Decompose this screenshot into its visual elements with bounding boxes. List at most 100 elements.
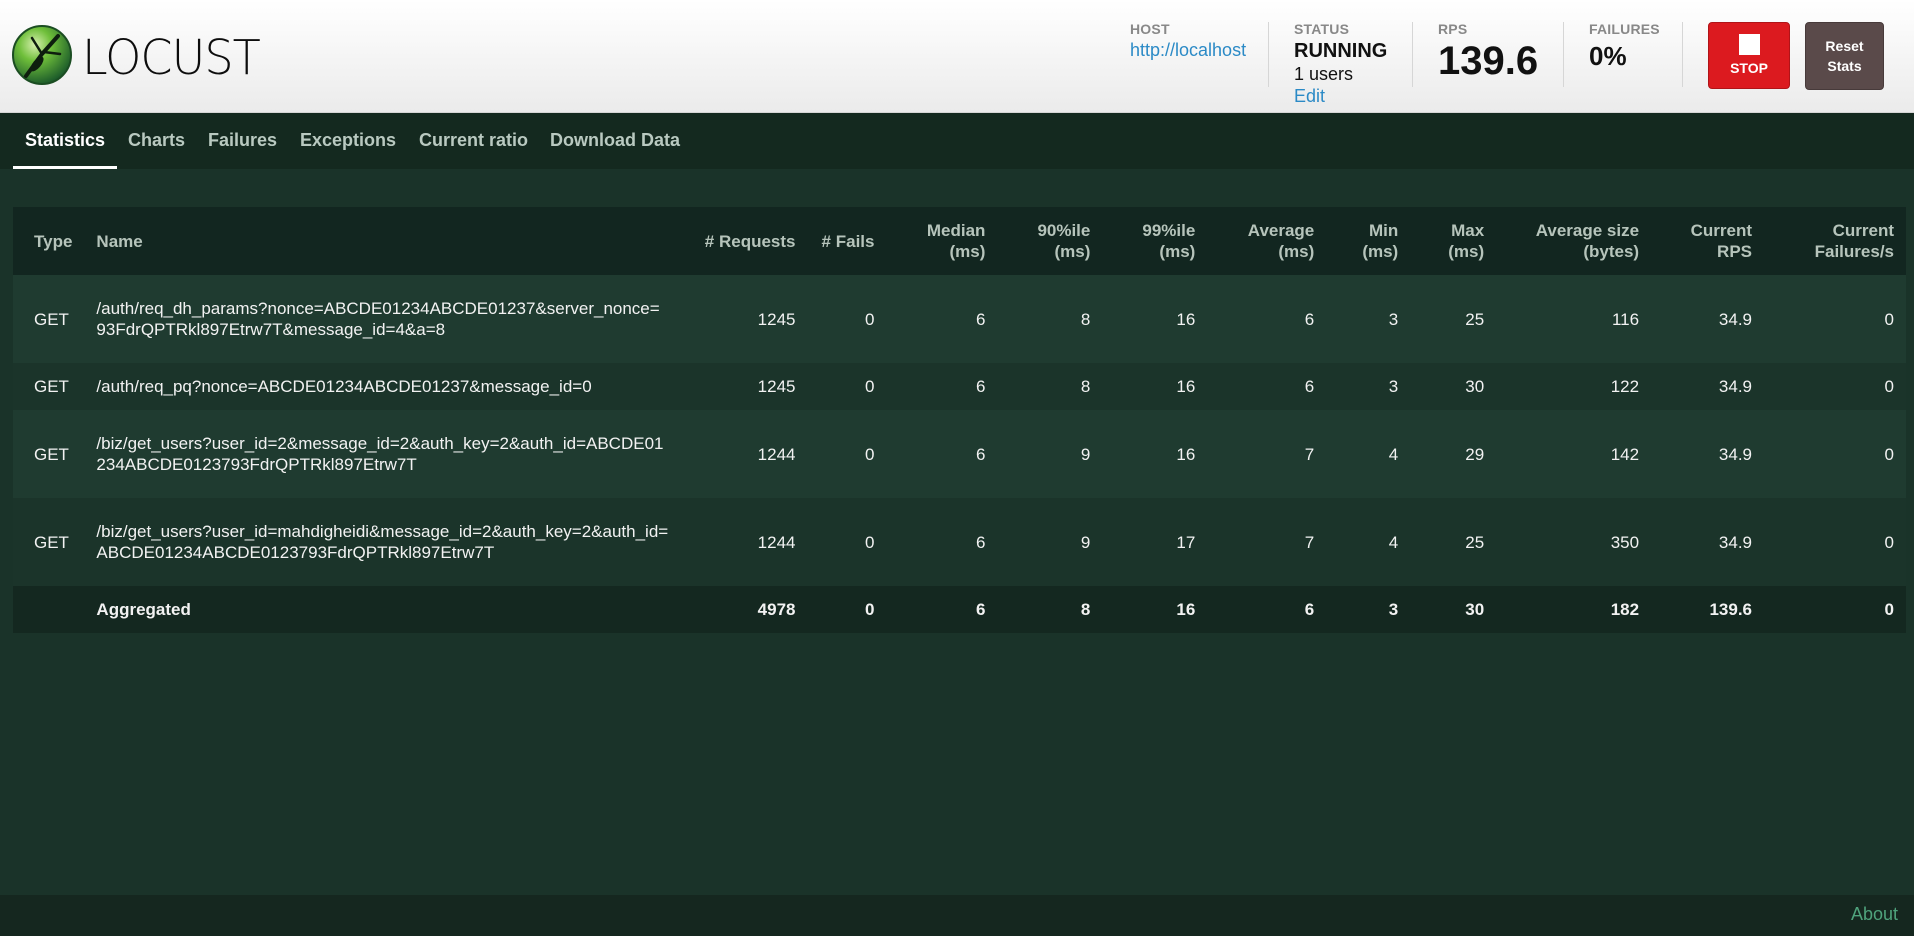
- tab-failures[interactable]: Failures: [208, 113, 277, 169]
- column-header-p90[interactable]: 90%ile (ms): [997, 207, 1102, 275]
- cell-current-failures: 0: [1884, 444, 1894, 464]
- cell-max: 25: [1465, 532, 1485, 552]
- column-header-current-rps[interactable]: Current RPS: [1651, 207, 1764, 275]
- column-header-p99[interactable]: 99%ile (ms): [1102, 207, 1207, 275]
- cell-type: GET: [34, 309, 69, 329]
- cell-fails: 0: [865, 309, 875, 329]
- cell-p99: 16: [1176, 600, 1196, 619]
- cell-current-rps: 139.6: [1709, 600, 1753, 619]
- cell-current-failures: 0: [1884, 377, 1894, 396]
- cell-median: 6: [975, 532, 986, 552]
- cell-fails: 0: [865, 600, 875, 619]
- cell-min: 4: [1388, 532, 1399, 552]
- reset-stats-button[interactable]: Reset Stats: [1805, 22, 1884, 90]
- reset-label-line2: Stats: [1827, 58, 1862, 74]
- cell-average: 6: [1304, 600, 1315, 619]
- footer: About: [0, 895, 1914, 936]
- cell-type: [13, 586, 84, 633]
- cell-median: 6: [975, 309, 986, 329]
- column-header-max[interactable]: Max (ms): [1410, 207, 1496, 275]
- cell-requests: 1244: [757, 444, 796, 464]
- table-row: GET /auth/req_pq?nonce=ABCDE01234ABCDE01…: [13, 363, 1906, 410]
- cell-current-rps: 34.9: [1718, 444, 1753, 464]
- column-header-current-failures[interactable]: Current Failures/s: [1764, 207, 1906, 275]
- cell-average-size: 142: [1610, 444, 1640, 464]
- aggregated-row: Aggregated 4978 0 6 8 16 6 3 30 182 139.…: [13, 586, 1906, 633]
- host-label: HOST: [1130, 21, 1170, 37]
- cell-min: 3: [1388, 309, 1399, 329]
- cell-requests: 1245: [757, 377, 796, 396]
- cell-current-failures: 0: [1884, 600, 1894, 619]
- about-link[interactable]: About: [1851, 904, 1898, 925]
- cell-type: GET: [34, 377, 69, 396]
- cell-current-rps: 34.9: [1718, 377, 1753, 396]
- cell-average: 6: [1304, 309, 1315, 329]
- failures-value: 0%: [1589, 41, 1627, 71]
- cell-average-size: 182: [1610, 600, 1640, 619]
- column-header-fails[interactable]: # Fails: [808, 207, 887, 275]
- cell-p99: 16: [1176, 377, 1196, 396]
- column-header-average[interactable]: Average (ms): [1207, 207, 1326, 275]
- cell-requests: 1245: [757, 309, 796, 329]
- cell-p90: 8: [1080, 600, 1091, 619]
- cell-p90: 9: [1080, 532, 1091, 552]
- locust-logo[interactable]: LOCUST: [12, 24, 262, 86]
- cell-average-size: 116: [1611, 309, 1640, 329]
- table-row: GET /biz/get_users?user_id=mahdigheidi&m…: [13, 498, 1906, 586]
- cell-name: /auth/req_dh_params?nonce=ABCDE01234ABCD…: [96, 299, 660, 339]
- stop-label: STOP: [1730, 60, 1768, 76]
- cell-average: 7: [1304, 532, 1315, 552]
- table-row: GET /auth/req_dh_params?nonce=ABCDE01234…: [13, 275, 1906, 363]
- cell-p99: 17: [1176, 532, 1196, 552]
- tab-bar: Statistics Charts Failures Exceptions Cu…: [0, 113, 1914, 169]
- cell-current-failures: 0: [1884, 532, 1894, 552]
- stop-icon: [1738, 34, 1760, 55]
- cell-max: 30: [1465, 377, 1485, 396]
- divider: [1268, 22, 1269, 87]
- header: LOCUST HOST http://localhost STATUS RUNN…: [0, 0, 1914, 113]
- cell-min: 3: [1388, 377, 1399, 396]
- cell-average-size: 350: [1610, 532, 1640, 552]
- cell-max: 29: [1465, 444, 1485, 464]
- cell-current-rps: 34.9: [1718, 309, 1753, 329]
- reset-label-line1: Reset: [1825, 38, 1864, 54]
- cell-name: Aggregated: [96, 600, 191, 619]
- failures-stat: FAILURES 0%: [1589, 21, 1660, 72]
- cell-max: 25: [1465, 309, 1485, 329]
- table-header-row: Type Name # Requests # Fails Median (ms)…: [13, 207, 1906, 275]
- tab-current-ratio[interactable]: Current ratio: [419, 113, 528, 169]
- table-row: GET /biz/get_users?user_id=2&message_id=…: [13, 410, 1906, 498]
- cell-current-rps: 34.9: [1718, 532, 1753, 552]
- logo-text: LOCUST: [82, 30, 261, 86]
- cell-median: 6: [975, 444, 986, 464]
- edit-link[interactable]: Edit: [1294, 86, 1387, 107]
- rps-stat: RPS 139.6: [1438, 21, 1538, 83]
- cell-average: 7: [1304, 444, 1315, 464]
- cell-fails: 0: [865, 377, 875, 396]
- cell-requests: 1244: [757, 532, 796, 552]
- tab-statistics[interactable]: Statistics: [13, 113, 118, 169]
- tab-download-data[interactable]: Download Data: [550, 113, 680, 169]
- column-header-name[interactable]: Name: [84, 207, 688, 275]
- column-header-requests[interactable]: # Requests: [689, 207, 808, 275]
- cell-p99: 16: [1176, 309, 1196, 329]
- statistics-table: Type Name # Requests # Fails Median (ms)…: [13, 207, 1906, 633]
- stop-button[interactable]: STOP: [1708, 22, 1790, 89]
- column-header-type[interactable]: Type: [13, 207, 84, 275]
- divider: [1682, 22, 1683, 87]
- cell-max: 30: [1465, 600, 1485, 619]
- cell-p90: 9: [1080, 444, 1091, 464]
- column-header-min[interactable]: Min (ms): [1326, 207, 1410, 275]
- cell-type: GET: [34, 444, 69, 464]
- cell-min: 3: [1388, 600, 1399, 619]
- tab-exceptions[interactable]: Exceptions: [300, 113, 396, 169]
- cell-p90: 8: [1080, 377, 1091, 396]
- column-header-median[interactable]: Median (ms): [886, 207, 997, 275]
- cell-current-failures: 0: [1884, 309, 1894, 329]
- cell-fails: 0: [865, 532, 875, 552]
- tab-charts[interactable]: Charts: [128, 113, 185, 169]
- column-header-average-size[interactable]: Average size (bytes): [1496, 207, 1651, 275]
- status-label: STATUS: [1294, 21, 1350, 37]
- cell-name: /auth/req_pq?nonce=ABCDE01234ABCDE01237&…: [96, 377, 592, 396]
- host-link[interactable]: http://localhost: [1130, 40, 1246, 61]
